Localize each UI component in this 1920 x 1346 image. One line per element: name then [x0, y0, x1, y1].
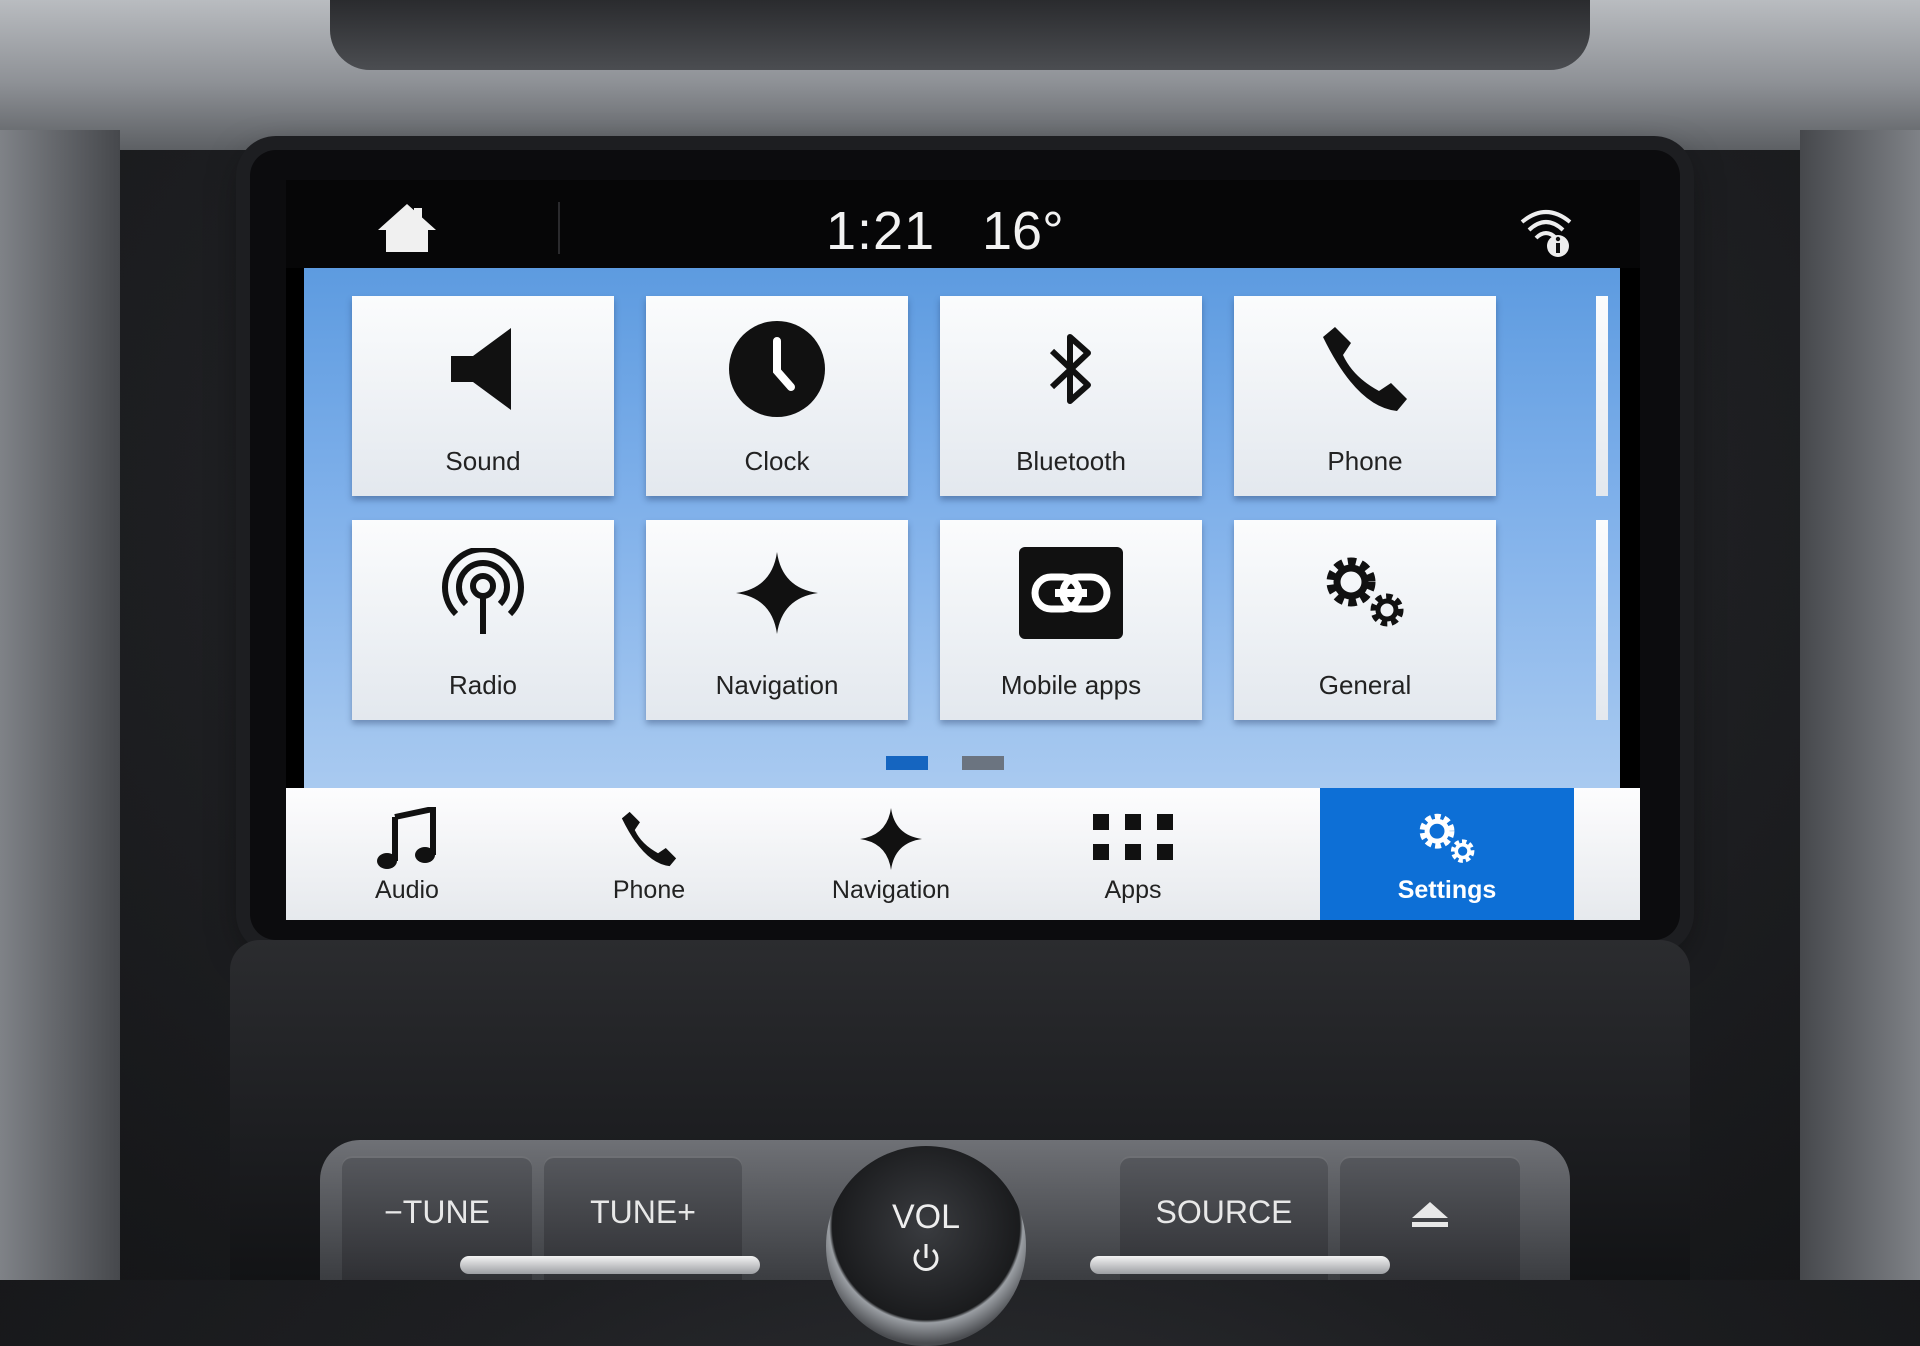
- nav-label: Phone: [612, 876, 686, 904]
- tile-phone[interactable]: Phone: [1234, 296, 1496, 496]
- navigation-star-icon: [860, 808, 922, 870]
- bluetooth-icon: [1049, 334, 1091, 404]
- link-icon: [1019, 547, 1123, 639]
- tile-label: General: [1318, 670, 1412, 700]
- tune-down-label: −TUNE: [384, 1194, 490, 1230]
- eject-icon: [1412, 1202, 1448, 1227]
- infotainment-screen: 1:21 16° Sound Clock Bluetooth Phone Rad…: [286, 180, 1640, 920]
- tile-label: Radio: [449, 670, 517, 700]
- gears-icon: [1326, 557, 1404, 627]
- speaker-icon: [451, 328, 511, 410]
- nav-label: Apps: [1104, 876, 1162, 904]
- tile-label: Clock: [744, 446, 810, 476]
- nav-apps[interactable]: Apps: [1012, 788, 1254, 920]
- tile-label: Bluetooth: [1016, 446, 1126, 476]
- apps-grid-icon: [1093, 814, 1173, 860]
- home-icon: [378, 204, 436, 252]
- tile-label: Phone: [1327, 446, 1403, 476]
- next-page-peek: [1596, 296, 1608, 496]
- wifi-info-icon[interactable]: [1518, 204, 1574, 260]
- volume-label: VOL: [891, 1198, 961, 1236]
- gears-icon: [1419, 813, 1475, 863]
- tile-navigation[interactable]: Navigation: [646, 520, 908, 720]
- apps-grid: Sound Clock Bluetooth Phone Radio Naviga…: [304, 268, 1620, 788]
- power-icon: [913, 1244, 939, 1271]
- dashboard-top-trim: [0, 0, 1920, 150]
- clock-icon: [729, 321, 825, 417]
- page-indicator: [304, 756, 1620, 776]
- dashboard-right-trim: [1800, 130, 1920, 1280]
- music-note-icon: [377, 807, 436, 869]
- nav-navigation[interactable]: Navigation: [770, 788, 1012, 920]
- tile-label: Navigation: [715, 670, 839, 700]
- nav-phone[interactable]: Phone: [528, 788, 770, 920]
- phone-icon: [1323, 327, 1407, 411]
- next-page-peek: [1596, 520, 1608, 720]
- chrome-strip: [460, 1256, 760, 1274]
- page-dot-inactive[interactable]: [962, 756, 1004, 770]
- nav-label: Settings: [1397, 876, 1497, 904]
- page-dot-active[interactable]: [886, 756, 928, 770]
- nav-label: Audio: [375, 876, 439, 904]
- nav-settings[interactable]: Settings: [1320, 788, 1574, 920]
- tile-label: Sound: [445, 446, 521, 476]
- tune-up-label: TUNE+: [590, 1194, 696, 1230]
- outside-temperature: 16°: [982, 201, 1064, 261]
- chrome-strip: [1090, 1256, 1390, 1274]
- tile-label: Mobile apps: [1000, 670, 1142, 700]
- clock-time: 1:21: [826, 201, 936, 261]
- dashboard-left-trim: [0, 130, 120, 1280]
- nav-audio[interactable]: Audio: [286, 788, 528, 920]
- tile-sound[interactable]: Sound: [352, 296, 614, 496]
- volume-knob[interactable]: VOL: [826, 1146, 1026, 1346]
- tile-radio[interactable]: Radio: [352, 520, 614, 720]
- bottom-nav-bar: Audio Phone Navigation Apps Settings: [286, 788, 1640, 920]
- radio-antenna-icon: [442, 548, 524, 634]
- tile-general[interactable]: General: [1234, 520, 1496, 720]
- navigation-star-icon: [736, 552, 818, 634]
- source-label: SOURCE: [1155, 1194, 1293, 1230]
- tile-bluetooth[interactable]: Bluetooth: [940, 296, 1202, 496]
- status-bar: 1:21 16°: [286, 180, 1640, 268]
- tile-mobile-apps[interactable]: Mobile apps: [940, 520, 1202, 720]
- phone-icon: [621, 811, 677, 867]
- tile-clock[interactable]: Clock: [646, 296, 908, 496]
- nav-label: Navigation: [831, 876, 951, 904]
- home-button[interactable]: [376, 202, 560, 254]
